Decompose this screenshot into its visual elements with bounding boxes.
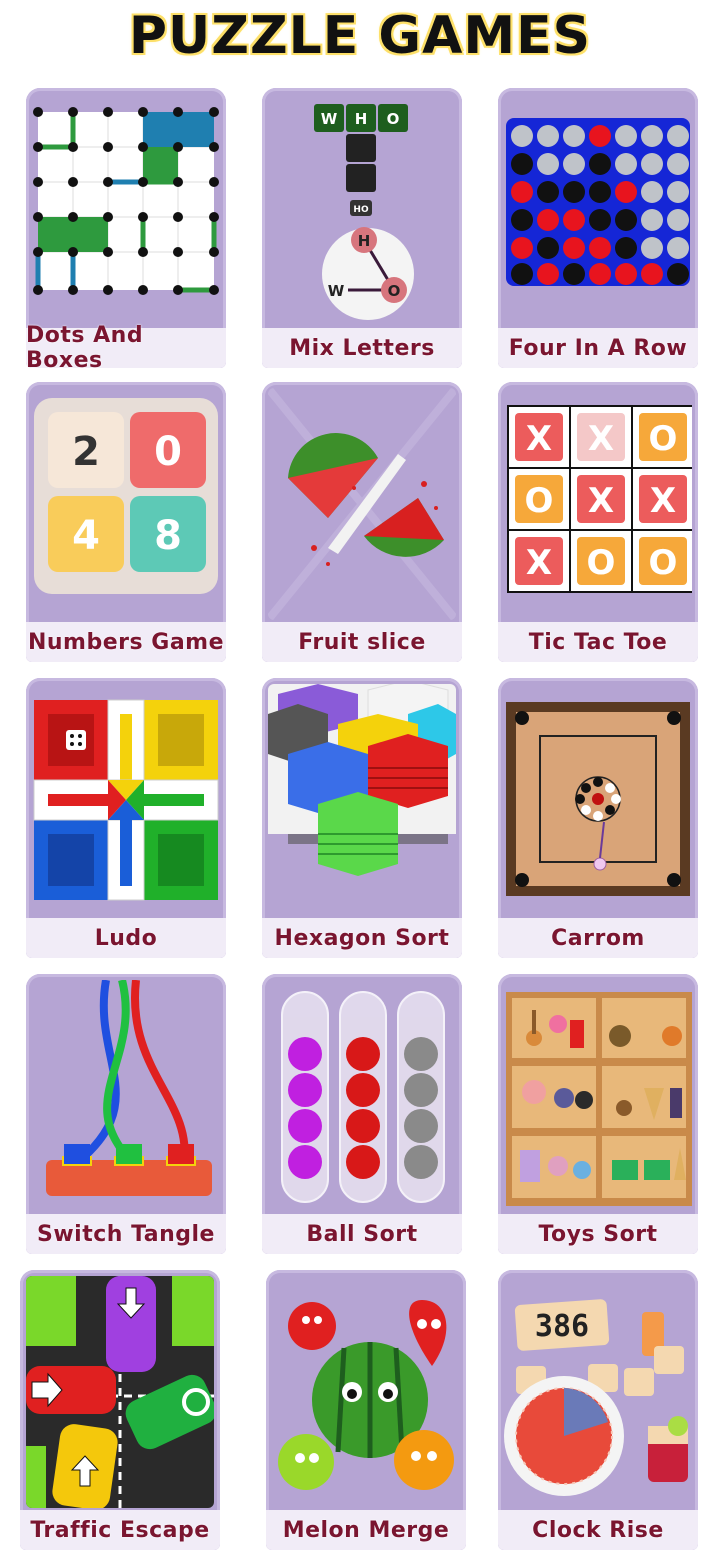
page-title: PUZZLE GAMES bbox=[128, 6, 592, 66]
game-label: Ludo bbox=[26, 918, 226, 958]
game-card-ludo[interactable]: Ludo bbox=[26, 678, 226, 958]
game-card-clock-rise[interactable]: 386 Clock Rise bbox=[498, 1270, 698, 1550]
board-cell: O bbox=[587, 543, 616, 583]
game-card-hexagon-sort[interactable]: Hexagon Sort bbox=[262, 678, 462, 958]
word-tile: O bbox=[387, 110, 400, 128]
ball-tubes-icon bbox=[268, 980, 456, 1212]
game-card-traffic-escape[interactable]: Traffic Escape bbox=[20, 1270, 220, 1550]
game-label: Traffic Escape bbox=[20, 1510, 220, 1550]
game-label: Clock Rise bbox=[498, 1510, 698, 1550]
board-cell: X bbox=[650, 481, 676, 521]
game-label: Switch Tangle bbox=[26, 1214, 226, 1254]
number-tile: 2 bbox=[72, 429, 100, 475]
wheel-letter: O bbox=[388, 282, 401, 300]
connect-four-icon bbox=[504, 94, 692, 326]
counter-display: 386 bbox=[535, 1309, 589, 1344]
game-card-switch-tangle[interactable]: Switch Tangle bbox=[26, 974, 226, 1254]
game-card-fruit-slice[interactable]: Fruit slice bbox=[262, 382, 462, 662]
letter-wheel-icon: W H O HO H W O bbox=[268, 94, 456, 326]
watermelon-slice-icon bbox=[268, 388, 456, 620]
hexagon-stack-icon bbox=[268, 684, 456, 916]
clock-tiles-icon: 386 bbox=[504, 1276, 692, 1508]
traffic-cars-icon bbox=[26, 1276, 214, 1508]
carrom-board-icon bbox=[504, 684, 692, 916]
game-label: Toys Sort bbox=[498, 1214, 698, 1254]
game-label: Ball Sort bbox=[262, 1214, 462, 1254]
fruit-faces-icon bbox=[272, 1276, 460, 1508]
number-tiles-icon: 2 0 4 8 bbox=[32, 388, 220, 620]
dots-grid-icon bbox=[32, 94, 220, 326]
number-tile: 4 bbox=[72, 513, 100, 559]
wheel-letter: W bbox=[328, 282, 345, 300]
game-card-four-in-a-row[interactable]: Four In A Row bbox=[498, 88, 698, 368]
game-label: Mix Letters bbox=[262, 328, 462, 368]
game-card-toys-sort[interactable]: Toys Sort bbox=[498, 974, 698, 1254]
number-tile: 0 bbox=[154, 429, 182, 475]
game-label: Four In A Row bbox=[498, 328, 698, 368]
hint-text: HO bbox=[353, 205, 369, 215]
game-card-carrom[interactable]: Carrom bbox=[498, 678, 698, 958]
board-cell: O bbox=[525, 481, 554, 521]
game-label: Melon Merge bbox=[266, 1510, 466, 1550]
game-label: Dots And Boxes bbox=[26, 323, 226, 373]
toy-shelf-icon bbox=[504, 980, 692, 1212]
game-label: Hexagon Sort bbox=[262, 918, 462, 958]
wheel-letter: H bbox=[358, 232, 371, 250]
board-cell: O bbox=[649, 419, 678, 459]
game-card-mix-letters[interactable]: W H O HO H W O Mix Letters bbox=[262, 88, 462, 368]
game-card-ball-sort[interactable]: Ball Sort bbox=[262, 974, 462, 1254]
number-tile: 8 bbox=[154, 513, 182, 559]
word-tile: H bbox=[355, 110, 368, 128]
ludo-board-icon bbox=[32, 684, 220, 916]
tangled-cables-icon bbox=[32, 980, 220, 1212]
board-cell: X bbox=[526, 419, 552, 459]
game-card-tic-tac-toe[interactable]: X X O O X X X O O Tic Tac Toe bbox=[498, 382, 698, 662]
game-card-melon-merge[interactable]: Melon Merge bbox=[266, 1270, 466, 1550]
game-label: Carrom bbox=[498, 918, 698, 958]
tic-tac-toe-icon: X X O O X X X O O bbox=[504, 388, 692, 620]
board-cell: O bbox=[649, 543, 678, 583]
game-card-dots-and-boxes[interactable]: Dots And Boxes bbox=[26, 88, 226, 373]
game-label: Tic Tac Toe bbox=[498, 622, 698, 662]
game-card-numbers-game[interactable]: 2 0 4 8 Numbers Game bbox=[26, 382, 226, 662]
board-cell: X bbox=[588, 481, 614, 521]
game-label: Fruit slice bbox=[262, 622, 462, 662]
game-label: Numbers Game bbox=[26, 622, 226, 662]
board-cell: X bbox=[526, 543, 552, 583]
board-cell: X bbox=[588, 419, 614, 459]
word-tile: W bbox=[321, 110, 338, 128]
